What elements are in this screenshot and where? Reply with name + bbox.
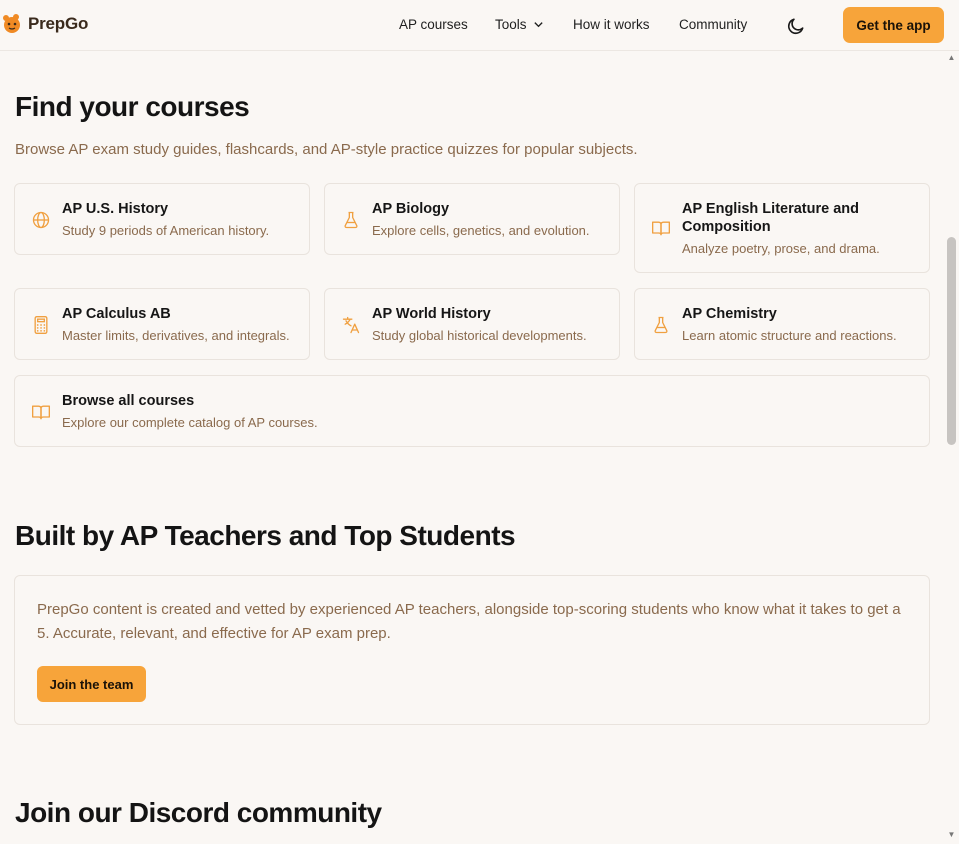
course-card-desc: Master limits, derivatives, and integral…	[62, 328, 290, 343]
course-card-biology[interactable]: AP Biology Explore cells, genetics, and …	[324, 183, 620, 255]
discord-section-title: Join our Discord community	[15, 797, 382, 828]
course-card-english-literature[interactable]: AP English Literature and Composition An…	[634, 183, 930, 273]
book-open-icon	[652, 221, 670, 236]
course-card-desc: Study global historical developments.	[372, 328, 587, 343]
courses-section-subtitle: Browse AP exam study guides, flashcards,…	[15, 141, 638, 158]
nav-how-it-works[interactable]: How it works	[573, 17, 650, 32]
course-card-us-history[interactable]: AP U.S. History Study 9 periods of Ameri…	[14, 183, 310, 255]
scroll-up-arrow-icon[interactable]: ▲	[947, 53, 956, 62]
team-section-body: PrepGo content is created and vetted by …	[37, 601, 901, 642]
course-card-title: Browse all courses	[62, 393, 195, 409]
flask-icon	[344, 211, 358, 229]
course-card-desc: Learn atomic structure and reactions.	[682, 328, 897, 343]
course-card-title: AP World History	[372, 306, 491, 322]
course-card-title: AP Biology	[372, 201, 450, 217]
flask-icon	[654, 316, 668, 334]
calculator-icon	[34, 316, 48, 334]
scrollbar-thumb[interactable]	[947, 237, 956, 445]
join-the-team-button[interactable]: Join the team	[37, 666, 146, 702]
book-open-icon	[31, 405, 50, 420]
course-card-world-history[interactable]: AP World History Study global historical…	[324, 288, 620, 360]
team-info-box: PrepGo content is created and vetted by …	[14, 575, 930, 725]
course-card-desc: Analyze poetry, prose, and drama.	[682, 241, 880, 256]
course-card-desc: Explore cells, genetics, and evolution.	[372, 223, 590, 238]
nav-tools[interactable]: Tools	[495, 17, 544, 32]
logo-text: PrepGo	[28, 14, 89, 33]
course-card-desc: Explore our complete catalog of AP cours…	[62, 415, 318, 430]
translate-icon	[342, 316, 360, 334]
browse-all-courses-card[interactable]: Browse all courses Explore our complete …	[14, 375, 930, 447]
top-navbar: PrepGo AP courses Tools How it works Com…	[0, 0, 959, 51]
course-card-chemistry[interactable]: AP Chemistry Learn atomic structure and …	[634, 288, 930, 360]
course-card-title: AP U.S. History	[62, 201, 169, 217]
team-section-title: Built by AP Teachers and Top Students	[15, 520, 516, 551]
chevron-down-icon	[533, 22, 543, 28]
moon-icon[interactable]	[786, 16, 806, 36]
course-card-title: AP Calculus AB	[62, 306, 171, 322]
logo-mascot-icon	[3, 14, 20, 33]
logo[interactable]: PrepGo	[0, 12, 88, 36]
scrollbar-track[interactable]	[944, 51, 959, 844]
nav-ap-courses[interactable]: AP courses	[399, 17, 468, 32]
course-card-desc: Study 9 periods of American history.	[62, 223, 270, 238]
globe-icon	[32, 211, 50, 229]
nav-community[interactable]: Community	[679, 17, 747, 32]
courses-section-title: Find your courses	[15, 91, 250, 122]
course-card-title: AP Chemistry	[682, 306, 777, 322]
nav-tools-label: Tools	[495, 17, 527, 32]
scroll-down-arrow-icon[interactable]: ▼	[947, 830, 956, 839]
get-the-app-button[interactable]: Get the app	[843, 7, 944, 43]
course-card-calculus-ab[interactable]: AP Calculus AB Master limits, derivative…	[14, 288, 310, 360]
course-card-title: AP English Literature and Composition	[682, 201, 859, 235]
